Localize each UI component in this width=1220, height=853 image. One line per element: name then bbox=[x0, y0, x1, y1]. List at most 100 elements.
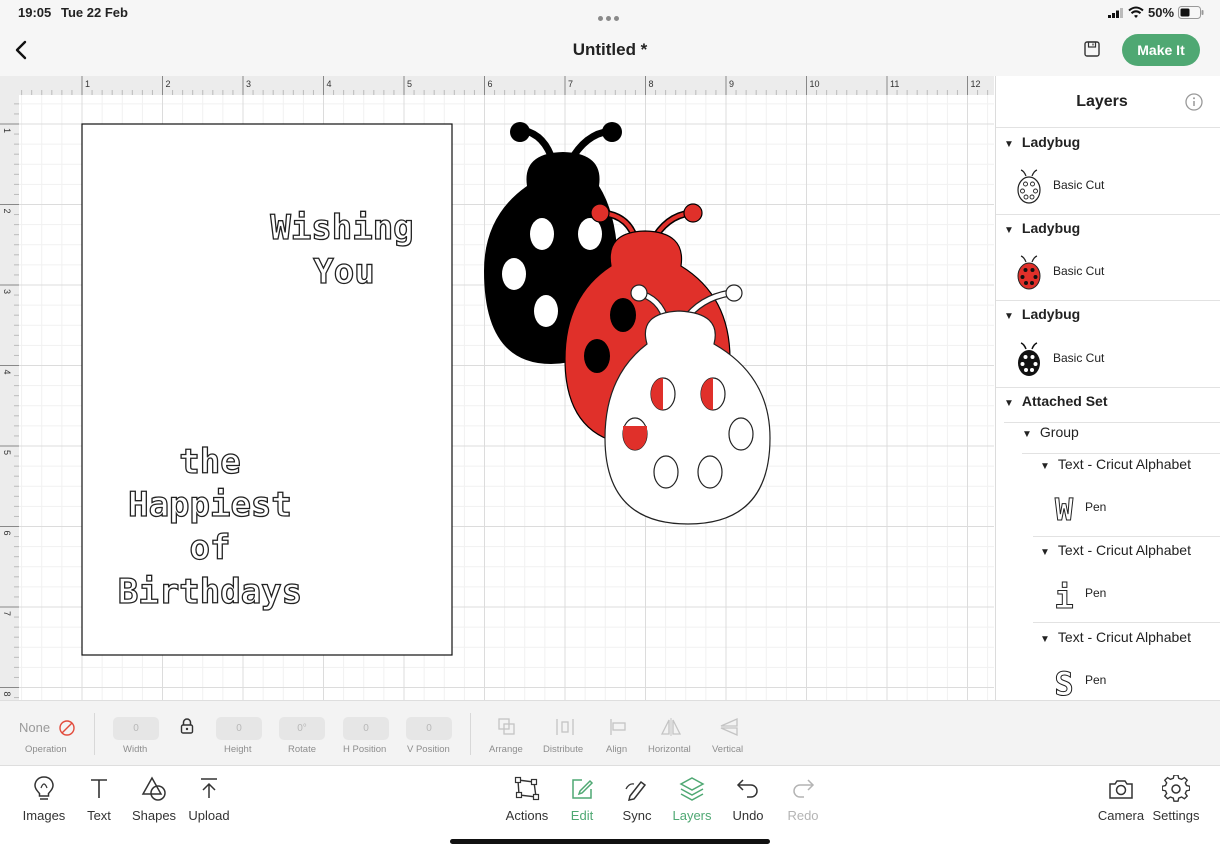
flip-vertical-icon[interactable] bbox=[718, 717, 740, 737]
letter-s-thumbnail: S bbox=[1054, 665, 1074, 701]
ladybug-red-thumbnail bbox=[1017, 255, 1041, 290]
undo-button[interactable]: Undo bbox=[718, 775, 778, 823]
ruler-y-label: 3 bbox=[2, 289, 12, 294]
height-input[interactable]: 0 bbox=[216, 717, 262, 740]
layers-button[interactable]: Layers bbox=[662, 775, 722, 823]
layer-group-group[interactable]: ▼ Group bbox=[1022, 424, 1220, 454]
layers-panel: Layers ▼ Ladybug Basic Cut ▼ Ladybug Bas… bbox=[995, 76, 1220, 700]
layer-group-label: Text - Cricut Alphabet bbox=[1057, 629, 1191, 645]
camera-button[interactable]: Camera bbox=[1091, 775, 1151, 823]
layer-row-text-w[interactable]: W Pen bbox=[1033, 481, 1220, 537]
shapes-button[interactable]: Shapes bbox=[124, 775, 184, 823]
status-bar: 19:05 Tue 22 Feb 50% bbox=[0, 0, 1220, 26]
distribute-icon[interactable] bbox=[555, 717, 575, 737]
canvas-grid[interactable]: 1 2 3 4 5 6 7 8 9 10 11 1212345678 Wishing You the … bbox=[0, 76, 994, 700]
text-button[interactable]: Text bbox=[69, 775, 129, 823]
width-input[interactable]: 0 bbox=[113, 717, 159, 740]
layer-operation: Basic Cut bbox=[1053, 178, 1105, 192]
redo-arrow-icon bbox=[793, 779, 815, 798]
layer-group-label: Text - Cricut Alphabet bbox=[1057, 542, 1191, 558]
battery-percentage: 50% bbox=[1148, 5, 1175, 20]
layer-operation: Basic Cut bbox=[1053, 264, 1105, 278]
camera-icon bbox=[1109, 780, 1133, 799]
actions-label: Actions bbox=[505, 808, 549, 823]
design-canvas[interactable]: 1 2 3 4 5 6 7 8 9 10 11 12 1 2 3 4 5 6 7 8 Wishing You the … bbox=[0, 76, 994, 700]
ruler-y-label: 4 bbox=[2, 370, 12, 375]
operation-select[interactable]: None bbox=[19, 720, 50, 735]
info-icon[interactable] bbox=[1185, 93, 1203, 111]
settings-button[interactable]: Settings bbox=[1146, 775, 1206, 823]
align-label: Align bbox=[606, 744, 628, 755]
card-text-happiest[interactable]: Happiest bbox=[127, 484, 292, 525]
ruler-x-label: 12 bbox=[971, 79, 981, 89]
layer-row-text-s[interactable]: S Pen bbox=[1033, 654, 1220, 701]
layer-group-label: Ladybug bbox=[1021, 220, 1081, 236]
ladybug-black-thumbnail bbox=[1018, 342, 1040, 376]
upload-button[interactable]: Upload bbox=[179, 775, 239, 823]
edit-bar-divider bbox=[94, 713, 95, 755]
sync-pen-icon bbox=[625, 780, 647, 801]
text-label: Text bbox=[87, 808, 111, 823]
lightbulb-icon bbox=[34, 776, 54, 800]
layer-row-text-i[interactable]: i Pen bbox=[1033, 567, 1220, 623]
rotate-input[interactable]: 0° bbox=[279, 717, 325, 740]
card-text-you[interactable]: You bbox=[313, 251, 376, 292]
card-text-wishing[interactable]: Wishing bbox=[270, 207, 415, 248]
lock-icon[interactable] bbox=[180, 718, 194, 734]
rotate-label: Rotate bbox=[288, 744, 316, 755]
ruler-x-label: 4 bbox=[327, 79, 332, 89]
edit-bar: None Operation 0 Width 0 Height 0° Rotat… bbox=[0, 700, 1220, 766]
layer-operation: Pen bbox=[1085, 586, 1107, 600]
thumbnail-glyph: S bbox=[1054, 665, 1073, 700]
layer-row-ladybug-black[interactable]: Basic Cut bbox=[996, 332, 1220, 388]
upload-label: Upload bbox=[188, 808, 230, 823]
edit-label: Edit bbox=[570, 808, 594, 823]
home-indicator[interactable] bbox=[450, 839, 770, 844]
edit-bar-divider bbox=[470, 713, 471, 755]
layer-row-ladybug-red[interactable]: Basic Cut bbox=[996, 245, 1220, 301]
h-position-input[interactable]: 0 bbox=[343, 717, 389, 740]
layer-group-attached-set[interactable]: ▼ Attached Set bbox=[1004, 393, 1220, 423]
top-header: Untitled * Make It bbox=[0, 26, 1220, 76]
distribute-label: Distribute bbox=[543, 744, 584, 755]
save-icon[interactable] bbox=[1083, 40, 1101, 58]
ruler-x-label: 7 bbox=[568, 79, 573, 89]
horizontal-ruler bbox=[0, 76, 994, 95]
text-t-icon bbox=[91, 779, 107, 798]
layers-panel-header: Layers bbox=[996, 76, 1220, 128]
multitasking-dots-icon[interactable] bbox=[598, 8, 622, 26]
flip-horizontal-icon[interactable] bbox=[660, 717, 682, 737]
sync-button[interactable]: Sync bbox=[607, 775, 667, 823]
horizontal-label: Horizontal bbox=[648, 744, 691, 755]
ruler-y-label: 2 bbox=[2, 209, 12, 214]
no-operation-icon[interactable] bbox=[58, 719, 76, 737]
card-text-birthdays[interactable]: Birthdays bbox=[117, 571, 303, 612]
shapes-label: Shapes bbox=[131, 808, 177, 823]
actions-button[interactable]: Actions bbox=[497, 775, 557, 823]
back-arrow-icon[interactable] bbox=[8, 36, 36, 64]
ruler-y-label: 7 bbox=[2, 611, 12, 616]
align-icon[interactable] bbox=[608, 717, 628, 737]
app-root: 19:05 Tue 22 Feb 50% Untitled * Make It … bbox=[0, 0, 1220, 853]
ruler-x-label: 6 bbox=[488, 79, 493, 89]
letter-i-thumbnail: i bbox=[1054, 578, 1074, 616]
arrange-icon[interactable] bbox=[497, 717, 517, 737]
cellular-signal-icon bbox=[1108, 8, 1123, 18]
redo-button[interactable]: Redo bbox=[773, 775, 833, 823]
bottom-toolbar: Images Text Shapes Upload Actions Edit S… bbox=[0, 766, 1220, 853]
h-position-label: H Position bbox=[343, 744, 387, 755]
ruler-x-label: 5 bbox=[407, 79, 412, 89]
ruler-y-label: 8 bbox=[2, 692, 12, 697]
card-text-of[interactable]: of bbox=[189, 527, 231, 568]
ruler-x-label: 8 bbox=[649, 79, 654, 89]
make-it-button[interactable]: Make It bbox=[1122, 34, 1200, 66]
layer-group-label: Ladybug bbox=[1021, 134, 1081, 150]
ruler-x-label: 1 bbox=[85, 79, 90, 89]
images-button[interactable]: Images bbox=[14, 775, 74, 823]
layer-group-label: Attached Set bbox=[1021, 393, 1108, 409]
edit-button[interactable]: Edit bbox=[552, 775, 612, 823]
v-position-input[interactable]: 0 bbox=[406, 717, 452, 740]
card-text-the[interactable]: the bbox=[179, 441, 242, 482]
layer-group-label: Group bbox=[1039, 424, 1079, 440]
layer-row-ladybug-white[interactable]: Basic Cut bbox=[996, 159, 1220, 215]
